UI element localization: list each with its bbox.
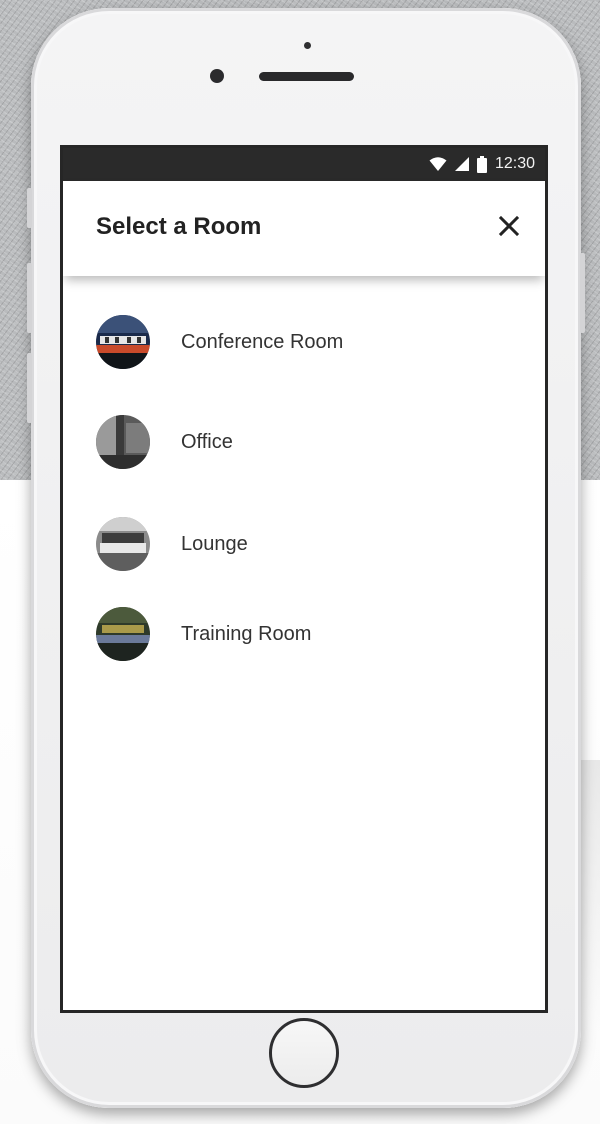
wifi-icon — [429, 157, 447, 171]
room-item-conference-room[interactable]: Conference Room — [63, 307, 545, 377]
mute-switch — [27, 188, 32, 228]
phone-screen: 12:30 Select a Room Conference Room Offi… — [60, 145, 548, 1013]
dialog-title: Select a Room — [96, 213, 262, 240]
room-item-training-room[interactable]: Training Room — [63, 599, 545, 669]
power-button — [580, 253, 585, 333]
earpiece-speaker — [259, 72, 354, 81]
status-icons: 12:30 — [429, 155, 535, 173]
lounge-thumbnail — [96, 517, 150, 571]
close-icon — [498, 215, 520, 237]
dialog-header: Select a Room — [63, 181, 545, 276]
volume-down-button — [27, 353, 32, 423]
room-item-office[interactable]: Office — [63, 407, 545, 477]
home-button[interactable] — [269, 1018, 339, 1088]
phone-frame: 12:30 Select a Room Conference Room Offi… — [27, 8, 585, 1108]
conference-room-thumbnail — [96, 315, 150, 369]
room-label: Training Room — [181, 622, 312, 645]
room-picker-dialog: Select a Room Conference Room Office Lou… — [63, 181, 545, 1010]
cell-signal-icon — [454, 157, 469, 171]
battery-icon — [476, 155, 487, 173]
close-button[interactable] — [497, 214, 521, 238]
office-thumbnail — [96, 415, 150, 469]
proximity-sensor — [304, 42, 311, 49]
room-item-lounge[interactable]: Lounge — [63, 509, 545, 579]
room-label: Lounge — [181, 532, 248, 555]
volume-up-button — [27, 263, 32, 333]
status-bar: 12:30 — [63, 148, 545, 181]
front-camera — [210, 69, 224, 83]
training-room-thumbnail — [96, 607, 150, 661]
room-label: Conference Room — [181, 330, 344, 353]
room-label: Office — [181, 430, 233, 453]
status-time: 12:30 — [494, 155, 535, 172]
